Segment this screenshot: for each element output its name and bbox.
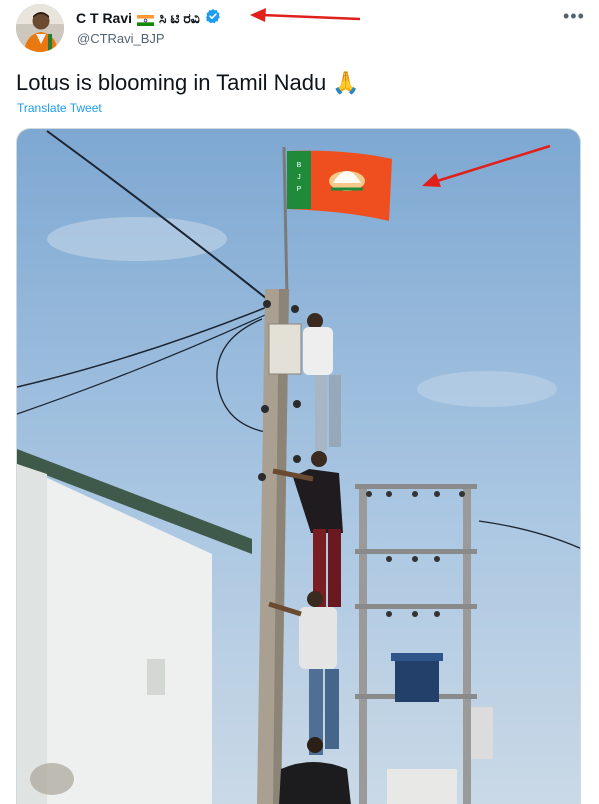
flag-letter-j: J [297,174,301,181]
tweet-header: C T Ravi ಸಿ ಟಿ ರವಿ @CTRavi_BJP ••• [0,0,599,60]
flag-letter-p: P [297,186,302,193]
translate-tweet-link[interactable]: Translate Tweet [17,101,102,115]
tweet-text: Lotus is blooming in Tamil Nadu 🙏 [16,70,360,95]
more-options-icon[interactable]: ••• [563,6,585,27]
author-name-kannada[interactable]: ಸಿ ಟಿ ರವಿ [159,10,200,27]
flag-letter-b: B [297,162,302,169]
author-name-row[interactable]: C T Ravi ಸಿ ಟಿ ರವಿ [76,8,221,28]
avatar[interactable] [16,4,64,52]
india-flag-icon [137,13,155,26]
tweet-photo[interactable]: B J P [16,128,581,804]
author-display-name[interactable]: C T Ravi [76,10,132,26]
lotus-emblem [329,171,365,191]
author-handle[interactable]: @CTRavi_BJP [77,31,165,46]
verified-badge-icon [205,8,221,29]
